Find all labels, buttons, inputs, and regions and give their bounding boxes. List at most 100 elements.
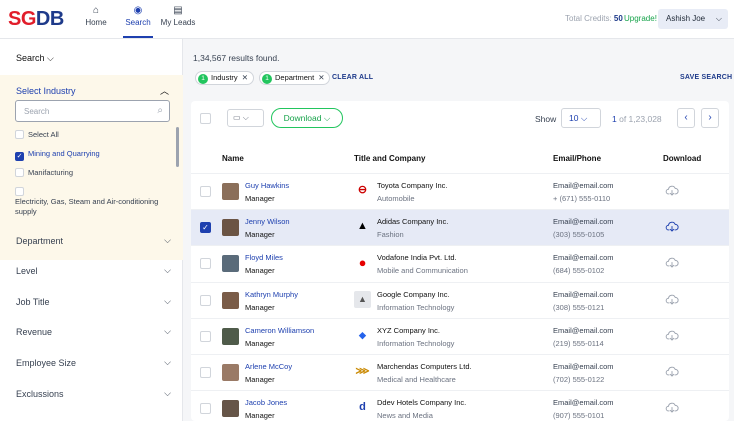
person-title: Manager [245,266,275,276]
checkbox-checked[interactable]: ✓ [15,152,24,161]
filter-level[interactable]: Level ⌵ [16,265,171,276]
chevron-down-icon: ⌵ [164,388,171,398]
filter-department[interactable]: Department ⌵ [16,235,171,246]
row-checkbox[interactable] [200,367,211,378]
contact-email: Email@email.com [553,398,614,408]
filter-job-title[interactable]: Job Title ⌵ [16,296,171,307]
logo[interactable]: SGDB [8,8,64,31]
nav-home[interactable]: ⌂ Home [76,4,116,27]
filter-label: Department [16,236,64,246]
person-name-link[interactable]: Cameron Williamson [245,326,314,335]
cloud-download-icon[interactable] [665,401,679,415]
cloud-download-icon[interactable] [665,220,679,234]
industry-option-mining[interactable]: ✓ Mining and Quarrying [15,149,100,161]
chevron-up-icon[interactable]: ︿ [160,84,169,97]
chevron-down-icon: ⌵ [47,53,54,63]
company-industry: Fashion [377,230,404,240]
avatar [222,400,239,418]
contact-phone: (303) 555-0105 [553,230,605,240]
table-row[interactable]: Kathryn Murphy Manager ▲ Google Company … [191,281,729,318]
checkbox[interactable] [15,168,24,177]
cloud-download-icon[interactable] [665,184,679,198]
table-row[interactable]: Guy Hawkins Manager ⊖ Toyota Company Inc… [191,173,729,209]
download-button[interactable]: Download ⌵ [271,108,343,128]
filter-employee-size[interactable]: Employee Size ⌵ [16,357,171,368]
contact-email: Email@email.com [553,181,614,190]
chevron-down-icon: ⌵ [164,235,171,245]
person-name-link[interactable]: Jacob Jones [245,398,287,407]
search-dropdown-label: Search [16,53,45,63]
avatar [222,183,239,200]
user-menu-button[interactable]: Ashish Joe ⌵ [658,9,728,29]
show-label: Show [535,114,557,124]
filter-revenue[interactable]: Revenue ⌵ [16,326,171,337]
table-row[interactable]: Arlene McCoy Manager ⋙ Marchendas Comput… [191,354,729,390]
col-header-download[interactable]: Download [663,154,701,163]
person-title: Manager [245,411,275,421]
search-dropdown[interactable]: Search ⌵ [16,53,54,64]
industry-search-input[interactable]: Search ⌕ [15,100,170,122]
select-all-checkbox[interactable] [200,113,211,124]
filter-label: Exclussions [16,389,64,399]
table-row[interactable]: Floyd Miles Manager ● Vodafone India Pvt… [191,245,729,281]
person-name-link[interactable]: Jenny Wilson [245,217,290,226]
save-search-button[interactable]: SAVE SEARCH [680,74,732,81]
col-header-email-phone[interactable]: Email/Phone [553,154,601,163]
row-checkbox-checked[interactable]: ✓ [200,222,211,234]
filter-exclusions[interactable]: Exclussions ⌵ [16,388,171,399]
page-size-select[interactable]: 10 ⌵ [561,108,601,128]
google-logo-icon: ▲ [354,290,371,308]
option-label: Electricity, Gas, Steam and Air-conditio… [15,197,159,216]
top-bar: SGDB ⌂ Home ◉ Search ▤ My Leads Total Cr… [0,0,734,39]
col-header-name[interactable]: Name [222,154,244,163]
next-page-button[interactable]: › [701,108,719,128]
chevron-down-icon: ⌵ [164,357,171,367]
vodafone-logo-icon: ● [358,255,367,271]
row-checkbox[interactable] [200,403,211,415]
person-name-link[interactable]: Floyd Miles [245,253,283,262]
column-selector[interactable]: ▭ ⌵ [227,109,264,127]
industry-option-manufacturing[interactable]: Manifacturing [15,168,73,177]
prev-page-button[interactable]: ‹ [677,108,695,128]
logo-text-db: DB [35,8,64,30]
industry-filter-title[interactable]: Select Industry [16,86,76,96]
industry-option-electricity[interactable]: Electricity, Gas, Steam and Air-conditio… [15,187,175,217]
table-row[interactable]: Cameron Williamson Manager ◆ XYZ Company… [191,317,729,354]
checkbox[interactable] [15,187,24,196]
industry-option-select-all[interactable]: Select All [15,130,59,139]
industry-list-scrollbar[interactable] [176,127,179,167]
cloud-download-icon[interactable] [665,256,679,270]
option-label: Select All [28,130,59,139]
industry-search-placeholder: Search [24,107,50,116]
nav-my-leads[interactable]: ▤ My Leads [158,4,198,27]
chip-department[interactable]: 1 Department ✕ [259,71,331,85]
nav-search[interactable]: ◉ Search [118,4,158,27]
clear-all-button[interactable]: CLEAR ALL [332,74,373,81]
cloud-download-icon[interactable] [665,293,679,307]
close-icon[interactable]: ✕ [242,73,248,82]
filter-label: Employee Size [16,358,77,368]
magnifier-icon: ⌕ [157,105,163,116]
row-checkbox[interactable] [200,258,211,270]
chip-industry[interactable]: 1 Industry ✕ [195,71,254,85]
row-checkbox[interactable] [200,330,211,342]
upgrade-link[interactable]: Upgrade! [624,14,657,23]
row-checkbox[interactable] [200,186,211,197]
option-label: Manifacturing [28,168,74,177]
person-name-link[interactable]: Guy Hawkins [245,181,289,190]
col-header-title-company[interactable]: Title and Company [354,154,425,163]
table-row[interactable]: ✓ Jenny Wilson Manager ▲ Adidas Company … [191,209,729,246]
nav-active-indicator [123,36,153,38]
checkbox[interactable] [15,130,24,139]
ddev-logo-icon: d [359,401,366,414]
person-name-link[interactable]: Kathryn Murphy [245,290,298,299]
close-icon[interactable]: ✕ [318,73,324,82]
cloud-download-icon[interactable] [665,365,679,379]
contact-phone: (684) 555-0102 [553,266,605,276]
person-name-link[interactable]: Arlene McCoy [245,362,292,371]
table-row[interactable]: Jacob Jones Manager d Ddev Hotels Compan… [191,390,729,421]
filter-label: Revenue [16,327,53,337]
chevron-down-icon: ⌵ [164,265,171,275]
cloud-download-icon[interactable] [665,329,679,343]
row-checkbox[interactable] [200,294,211,306]
